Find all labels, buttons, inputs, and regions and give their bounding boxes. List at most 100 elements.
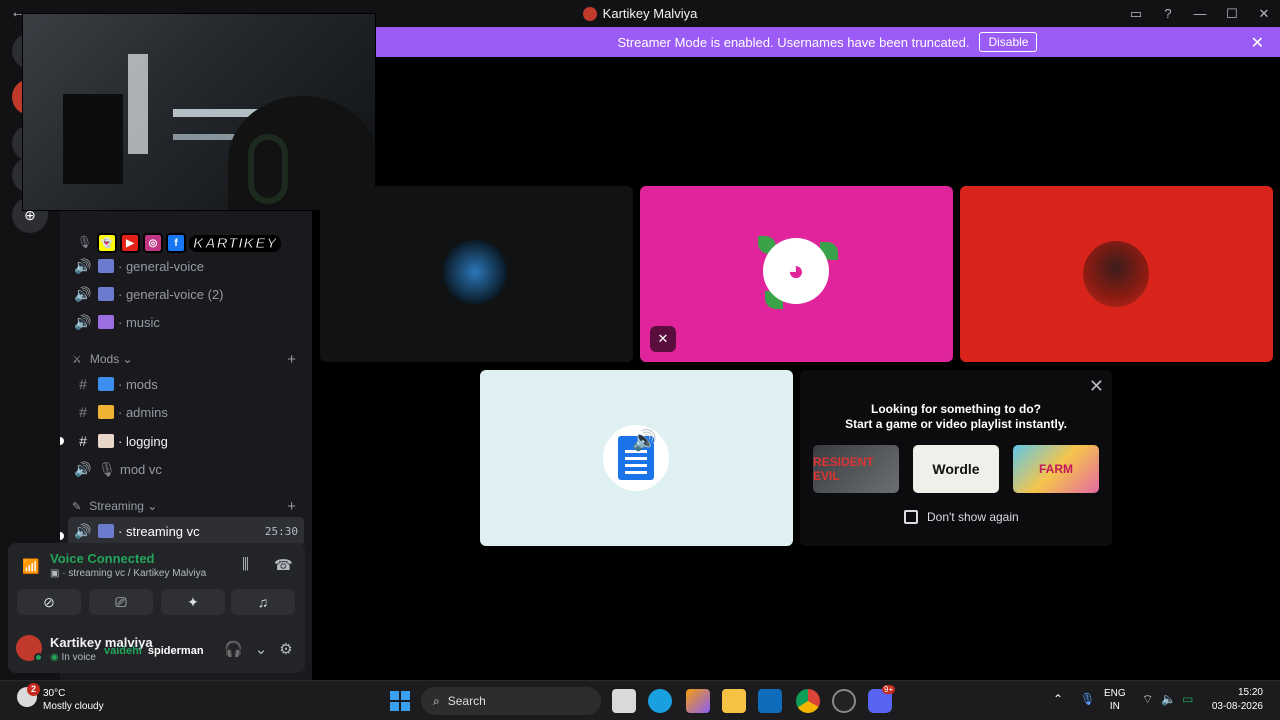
screen-share-button[interactable]: ⎚ <box>89 589 153 615</box>
maximize-button[interactable]: ☐ <box>1216 6 1248 22</box>
channel-label: · music <box>118 314 160 330</box>
gear-icon[interactable]: ⚙ <box>279 640 292 658</box>
cam-panel <box>128 54 148 154</box>
hash-icon: # <box>79 433 87 449</box>
add-channel-button[interactable]: + <box>287 351 296 368</box>
participant-avatar-1 <box>443 240 507 304</box>
search-placeholder: Search <box>447 694 486 708</box>
speaker-icon: 🔊 <box>74 460 92 477</box>
wifi-icon[interactable]: ⌔ <box>1142 692 1153 707</box>
hash-icon: # <box>79 404 87 420</box>
dont-show-checkbox[interactable] <box>904 510 918 524</box>
clipboard-icon <box>98 434 114 448</box>
channel-mods[interactable]: # · mods <box>68 370 304 398</box>
channel-general-voice-2[interactable]: 🔊 · general-voice (2) <box>68 280 304 308</box>
date: 03-08-2026 <box>1211 701 1263 712</box>
mic-icon[interactable]: 🎙 <box>1080 692 1095 706</box>
soundboard-button[interactable]: ♫ <box>231 589 295 615</box>
close-icon[interactable]: ✕ <box>1251 33 1264 53</box>
instagram-icon: ◎ <box>143 233 163 253</box>
discord-icon[interactable]: 9+ <box>868 685 896 713</box>
battery-icon[interactable]: ▭ <box>1182 692 1193 706</box>
speaker-icon: 🔊 <box>74 522 92 539</box>
disconnect-icon[interactable]: ☎ <box>274 556 293 574</box>
store-icon[interactable] <box>758 689 782 713</box>
channel-general-voice[interactable]: 🔊 · general-voice <box>68 252 304 280</box>
crown-icon <box>98 405 114 419</box>
channel-label: · admins <box>118 404 168 420</box>
status-indicator <box>34 653 43 662</box>
speaker-icon: 🔊 <box>632 430 657 452</box>
chevron-down-icon[interactable]: ⌄ <box>255 640 268 658</box>
voice-location: ▣ · streaming vc / Kartikey Malviya <box>50 568 207 579</box>
game-wordle[interactable]: Wordle <box>913 445 999 493</box>
copilot-icon[interactable] <box>686 689 710 713</box>
participant-tile-3[interactable] <box>960 186 1273 362</box>
activity-subheading: Start a game or video playlist instantly… <box>845 417 1067 431</box>
participant-avatar-3 <box>1083 241 1149 307</box>
hash-icon: # <box>79 376 87 392</box>
game-farm[interactable]: FARM <box>1013 445 1099 493</box>
weather-text: 30°C Mostly cloudy <box>43 687 104 713</box>
windows-start-icon[interactable] <box>390 691 410 711</box>
voice-status[interactable]: Voice Connected <box>50 551 155 566</box>
channel-admins[interactable]: # · admins <box>68 398 304 426</box>
channel-label: · general-voice <box>118 258 204 274</box>
cloud-icon: 2 <box>17 683 40 707</box>
window-title: Kartikey Malviya <box>602 6 698 21</box>
edge-icon[interactable] <box>648 689 672 713</box>
tray-chevron-icon[interactable]: ⌃ <box>1053 692 1063 706</box>
noise-suppression-icon[interactable]: ⫼ <box>242 556 249 573</box>
close-window-button[interactable]: ✕ <box>1248 6 1280 22</box>
mic-icon: 🎙 <box>98 460 116 477</box>
participant-tile-4[interactable]: 🔊 <box>480 370 793 546</box>
facebook-icon: f <box>166 233 186 253</box>
language-indicator[interactable]: ENG IN <box>1104 687 1126 713</box>
headphones-icon[interactable]: 🎧 <box>224 640 243 658</box>
dont-show-label[interactable]: Don't show again <box>927 510 1019 524</box>
chrome-icon[interactable] <box>796 689 820 713</box>
taskbar: 2 30°C Mostly cloudy ⌕ Search 9+ ⌃ 🎙 ENG… <box>0 680 1280 720</box>
window-avatar-icon <box>582 6 597 21</box>
add-channel-button[interactable]: + <box>287 498 296 515</box>
minimize-button[interactable]: — <box>1184 6 1216 21</box>
task-view-icon[interactable] <box>612 689 636 713</box>
category-streaming[interactable]: ✎ Streaming ⌄ + <box>72 497 304 515</box>
activities-button[interactable]: ✦ <box>161 589 225 615</box>
help-icon[interactable]: ? <box>1152 6 1184 21</box>
window-controls: ▭ ? — ☐ ✕ <box>1120 0 1280 27</box>
user-panel: Kartikey malviya ◉ In voice vaidehi spid… <box>16 633 306 667</box>
weather-widget[interactable]: 2 30°C Mostly cloudy <box>17 683 104 713</box>
close-icon[interactable]: ✕ <box>1089 376 1104 397</box>
channel-music[interactable]: 🔊 · music <box>68 308 304 336</box>
signal-icon[interactable]: 📶 <box>22 558 39 575</box>
streamer-mode-banner: Streamer Mode is enabled. Usernames have… <box>375 27 1280 57</box>
inbox-icon[interactable]: ▭ <box>1120 6 1152 22</box>
channel-streaming-vc[interactable]: 🔊 · streaming vc 25:30 <box>68 517 304 545</box>
camera-off-button[interactable]: ⊘ <box>17 589 81 615</box>
activity-heading: Looking for something to do? <box>871 402 1041 416</box>
muted-icon: ✕ <box>650 326 676 352</box>
speaker-icon: 🔊 <box>74 285 92 302</box>
taskbar-search[interactable]: ⌕ Search <box>421 687 601 715</box>
channel-label: · mods <box>118 376 158 392</box>
voice-channel-icon: 🎙 <box>77 235 93 249</box>
clock[interactable]: 15:20 03-08-2026 <box>1207 686 1263 714</box>
webcam-overlay <box>22 13 376 211</box>
channel-emoji-icon <box>98 287 114 301</box>
weather-temp: 30°C <box>43 688 66 699</box>
volume-icon[interactable]: 🔈 <box>1161 692 1176 706</box>
file-explorer-icon[interactable] <box>722 689 746 713</box>
disable-streamer-mode-button[interactable]: Disable <box>979 32 1038 52</box>
activity-suggestion-panel: ✕ Looking for something to do? Start a g… <box>800 370 1112 546</box>
category-mods[interactable]: ⚔ Mods ⌄ + <box>72 350 304 368</box>
channel-mod-vc[interactable]: 🔊 🎙 mod vc <box>68 455 304 483</box>
participant-tile-2[interactable]: ◕ ✕ <box>640 186 953 362</box>
channel-emoji-icon <box>98 259 114 273</box>
cam-headset <box>248 134 288 204</box>
game-resident-evil[interactable]: RESIDENT EVIL <box>813 445 899 493</box>
shield-icon <box>98 377 114 391</box>
call-timer: 25:30 <box>264 524 298 538</box>
obs-icon[interactable] <box>832 689 856 713</box>
channel-logging[interactable]: # · logging <box>68 427 304 455</box>
